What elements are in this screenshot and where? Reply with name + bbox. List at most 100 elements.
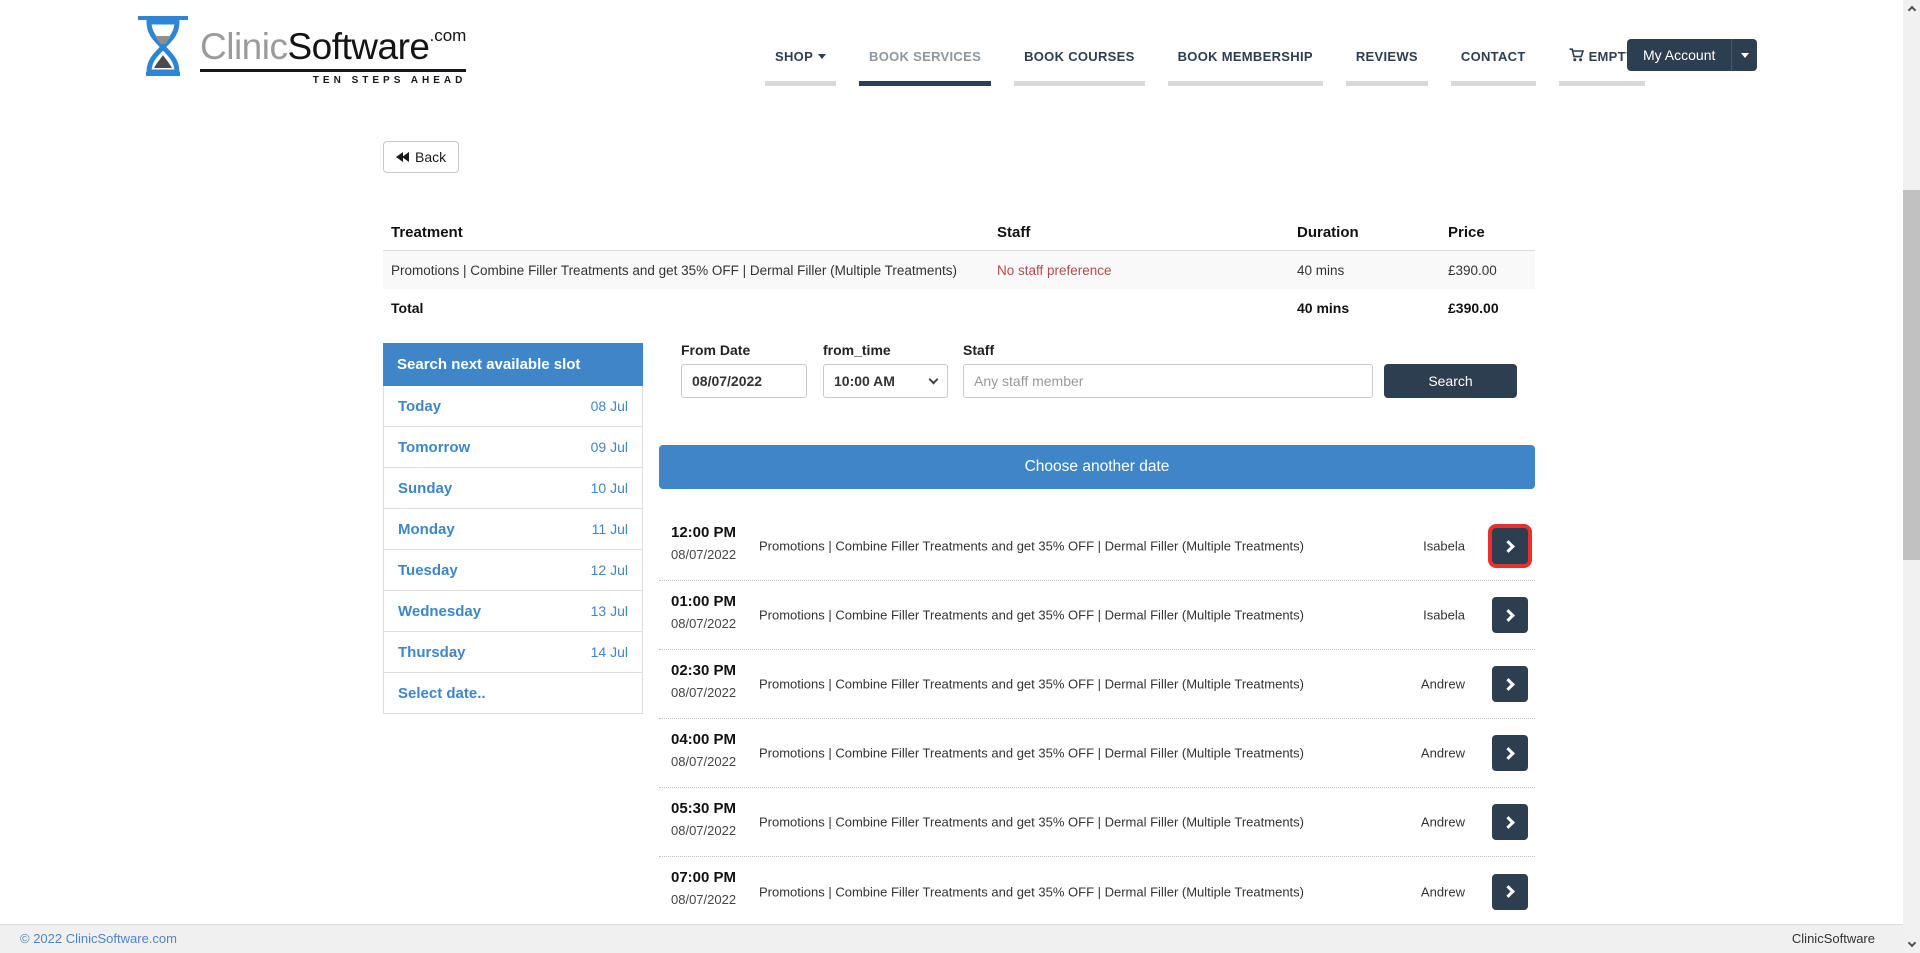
staff-preference: No staff preference [989, 263, 1289, 278]
select-slot-button[interactable] [1492, 804, 1528, 840]
chevron-right-icon [1502, 747, 1515, 760]
sidebar-item-monday[interactable]: Monday 11 Jul [383, 509, 643, 550]
footer-brand-text: ClinicSoftware [1792, 925, 1875, 953]
sidebar-item-today[interactable]: Today 08 Jul [383, 386, 643, 427]
sidebar-item-sunday[interactable]: Sunday 10 Jul [383, 468, 643, 509]
my-account-dropdown-toggle[interactable] [1731, 39, 1757, 71]
slot-staff: Andrew [1421, 815, 1465, 830]
nav-item-label: BOOK SERVICES [869, 50, 981, 64]
chevron-up-icon [1907, 6, 1915, 14]
total-price: £390.00 [1440, 300, 1535, 316]
total-label: Total [383, 300, 989, 316]
day-date: 11 Jul [592, 521, 628, 537]
day-label: Monday [398, 521, 455, 538]
nav-item-label: SHOP [775, 50, 813, 64]
back-button[interactable]: Back [383, 141, 459, 173]
nav-item-book-courses[interactable]: BOOK COURSES [1014, 48, 1145, 86]
slot-treatment: Promotions | Combine Filler Treatments a… [759, 677, 1409, 692]
brand-name-secondary: Software [287, 26, 429, 67]
slot-row: 12:00 PM 08/07/2022 Promotions | Combine… [659, 512, 1535, 581]
chevron-down-icon [1741, 53, 1749, 58]
slot-row: 01:00 PM 08/07/2022 Promotions | Combine… [659, 581, 1535, 650]
slot-row: 05:30 PM 08/07/2022 Promotions | Combine… [659, 788, 1535, 857]
col-header-duration: Duration [1289, 224, 1440, 241]
slot-time: 01:00 PM [671, 593, 736, 610]
slot-time: 07:00 PM [671, 869, 736, 886]
from-time-value: 10:00 AM [834, 373, 895, 389]
staff-label: Staff [963, 343, 1373, 357]
col-header-treatment: Treatment [383, 224, 989, 241]
next-slot-sidebar: Search next available slot Today 08 Jul … [383, 343, 643, 926]
col-header-price: Price [1440, 224, 1535, 241]
nav-item-book-membership[interactable]: BOOK MEMBERSHIP [1168, 48, 1323, 86]
slot-list: 12:00 PM 08/07/2022 Promotions | Combine… [659, 512, 1535, 926]
brand-tagline: TEN STEPS AHEAD [200, 75, 466, 86]
chevron-down-icon [1907, 939, 1915, 947]
my-account-button[interactable]: My Account [1627, 39, 1731, 71]
nav-item-reviews[interactable]: REVIEWS [1346, 48, 1428, 86]
scroll-down-button[interactable] [1903, 936, 1920, 953]
nav-item-label: BOOK MEMBERSHIP [1178, 50, 1313, 64]
scrollbar-track[interactable] [1903, 0, 1920, 953]
day-label: Sunday [398, 480, 452, 497]
day-label: Tomorrow [398, 439, 470, 456]
sidebar-item-tomorrow[interactable]: Tomorrow 09 Jul [383, 427, 643, 468]
price-value: £390.00 [1440, 263, 1535, 278]
slot-search-form: From Date from_time 10:00 AM Staff [659, 343, 1535, 398]
sidebar-item-thursday[interactable]: Thursday 14 Jul [383, 632, 643, 673]
slot-date: 08/07/2022 [671, 892, 736, 907]
scrollbar-thumb[interactable] [1903, 190, 1920, 560]
day-date: 08 Jul [591, 398, 628, 414]
brand-name-primary: Clinic [200, 26, 287, 67]
main-nav: SHOP BOOK SERVICES BOOK COURSES BOOK MEM… [765, 48, 1645, 86]
search-button[interactable]: Search [1384, 364, 1517, 398]
brand-text: ClinicSoftware.com TEN STEPS AHEAD [200, 16, 466, 86]
select-slot-button[interactable] [1492, 735, 1528, 771]
booking-area: Search next available slot Today 08 Jul … [383, 343, 1535, 926]
slot-time: 12:00 PM [671, 524, 736, 541]
choose-another-date-button[interactable]: Choose another date [659, 445, 1535, 489]
select-slot-button[interactable] [1492, 874, 1528, 910]
day-date: 13 Jul [591, 603, 628, 619]
select-slot-button[interactable] [1492, 666, 1528, 702]
col-header-staff: Staff [989, 224, 1289, 241]
day-label: Wednesday [398, 603, 481, 620]
staff-input[interactable] [963, 364, 1373, 398]
day-label: Select date.. [398, 685, 486, 702]
slot-time: 02:30 PM [671, 662, 736, 679]
nav-item-shop[interactable]: SHOP [765, 48, 836, 86]
slot-treatment: Promotions | Combine Filler Treatments a… [759, 539, 1409, 554]
slot-date: 08/07/2022 [671, 547, 736, 562]
slot-results-column: From Date from_time 10:00 AM Staff [659, 343, 1535, 926]
order-summary-table: Treatment Staff Duration Price Promotion… [383, 214, 1535, 327]
sidebar-item-tuesday[interactable]: Tuesday 12 Jul [383, 550, 643, 591]
slot-date: 08/07/2022 [671, 823, 736, 838]
chevron-right-icon [1502, 816, 1515, 829]
table-row: Promotions | Combine Filler Treatments a… [383, 251, 1535, 289]
from-time-select[interactable]: 10:00 AM [823, 364, 948, 398]
from-date-input[interactable] [681, 364, 807, 398]
select-slot-button[interactable] [1492, 528, 1528, 564]
sidebar-title: Search next available slot [383, 343, 643, 386]
sidebar-item-select-date[interactable]: Select date.. [383, 673, 643, 714]
day-date: 10 Jul [591, 480, 628, 496]
back-button-label: Back [415, 149, 446, 165]
scroll-up-button[interactable] [1903, 0, 1920, 17]
brand-logo[interactable]: ClinicSoftware.com TEN STEPS AHEAD [138, 16, 466, 86]
slot-row: 04:00 PM 08/07/2022 Promotions | Combine… [659, 719, 1535, 788]
logo-rule [200, 69, 466, 72]
select-slot-button[interactable] [1492, 597, 1528, 633]
chevron-down-icon [929, 374, 939, 384]
sidebar-item-wednesday[interactable]: Wednesday 13 Jul [383, 591, 643, 632]
day-date: 09 Jul [591, 439, 628, 455]
hourglass-logo-icon [138, 16, 192, 83]
from-date-label: From Date [681, 343, 807, 357]
slot-row: 07:00 PM 08/07/2022 Promotions | Combine… [659, 857, 1535, 926]
header: ClinicSoftware.com TEN STEPS AHEAD SHOP … [0, 0, 1903, 110]
page: ClinicSoftware.com TEN STEPS AHEAD SHOP … [0, 0, 1920, 953]
copyright-link[interactable]: © 2022 ClinicSoftware.com [20, 925, 177, 953]
table-header-row: Treatment Staff Duration Price [383, 214, 1535, 251]
duration-value: 40 mins [1289, 263, 1440, 278]
nav-item-contact[interactable]: CONTACT [1451, 48, 1536, 86]
nav-item-book-services[interactable]: BOOK SERVICES [859, 48, 991, 86]
